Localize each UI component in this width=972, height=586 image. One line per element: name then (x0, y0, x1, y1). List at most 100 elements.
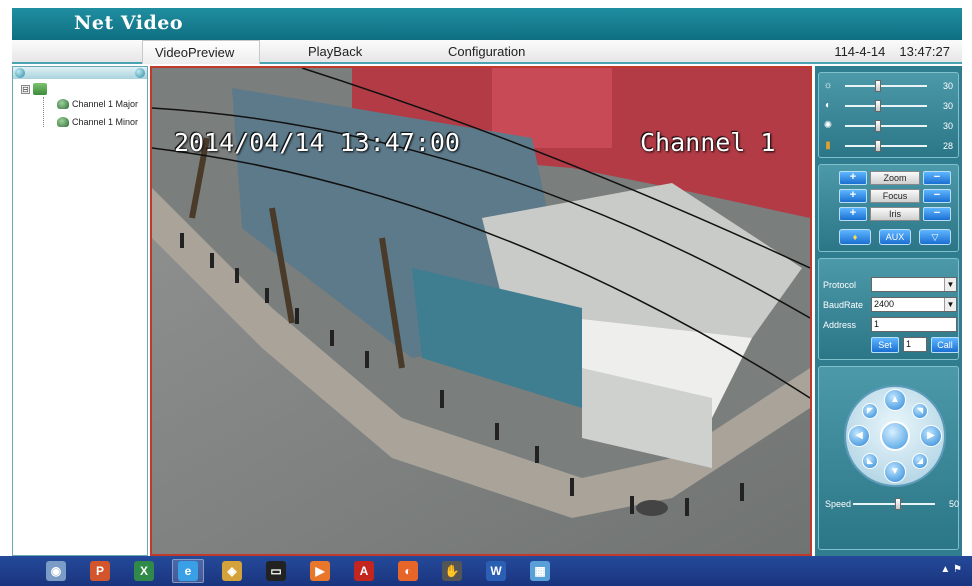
ptz-down-button[interactable]: ▼ (884, 461, 906, 483)
saturation-value: 30 (942, 121, 953, 131)
taskbar-item[interactable]: ✋ (436, 559, 468, 583)
excel-icon: X (134, 561, 154, 581)
scroll-right-knob[interactable] (135, 68, 145, 78)
ptz-section: ▲ ▼ ◀ ▶ ◤ ◥ ◣ ◢ Speed 50 (818, 366, 959, 550)
focus-far-button[interactable]: − (923, 189, 951, 203)
device-icon (33, 83, 47, 95)
hue-slider[interactable] (845, 140, 927, 152)
baudrate-value: 2400 (874, 299, 895, 309)
taskbar-item[interactable]: ▶ (304, 559, 336, 583)
taskbar-item[interactable]: P (84, 559, 116, 583)
zoom-row: + Zoom − (839, 171, 951, 185)
video-channel-label: Channel 1 (640, 128, 776, 157)
terminal-icon: ▭ (266, 561, 286, 581)
ptz-joystick: ▲ ▼ ◀ ▶ ◤ ◥ ◣ ◢ (846, 387, 944, 485)
contrast-slider[interactable] (845, 100, 927, 112)
preset-row: Set 1 Call (871, 336, 959, 353)
preset-number-input[interactable]: 1 (903, 337, 927, 352)
word-icon: W (486, 561, 506, 581)
light-bulb-icon: ♦ (852, 232, 858, 242)
control-panel-icon: ▦ (530, 561, 550, 581)
clock-time: 13:47:27 (899, 44, 950, 59)
speed-thumb[interactable] (894, 498, 901, 510)
wiper-button[interactable]: ▽ (919, 229, 951, 245)
call-preset-button[interactable]: Call (931, 336, 959, 353)
system-tray[interactable]: ▲ ⚑ (940, 564, 962, 575)
tree-connector (43, 97, 44, 127)
control-panel: ☼ 30 ◐ 30 ✺ 30 ▮ 28 + Zoom − + Focus − +… (815, 66, 962, 556)
network-icon: ◈ (222, 561, 242, 581)
hue-thumb[interactable] (875, 140, 881, 152)
zoom-out-button[interactable]: − (923, 171, 951, 185)
ptz-up-button[interactable]: ▲ (884, 389, 906, 411)
brightness-slider[interactable] (845, 80, 927, 92)
chevron-down-icon[interactable]: ▼ (944, 278, 956, 291)
zoom-in-button[interactable]: + (839, 171, 867, 185)
net-video-window: Net Video VideoPreview PlayBack Configur… (0, 0, 972, 586)
video-timestamp: 2014/04/14 13:47:00 (174, 128, 460, 157)
hue-row: ▮ 28 (823, 139, 957, 153)
chevron-down-icon[interactable]: ▼ (944, 298, 956, 311)
taskbar-item[interactable]: ▦ (524, 559, 556, 583)
contrast-thumb[interactable] (875, 100, 881, 112)
aux-row: ♦ AUX ▽ (839, 229, 951, 245)
channel-major-label: Channel 1 Major (72, 99, 139, 109)
speed-value: 50 (948, 499, 959, 509)
taskbar-item[interactable]: W (480, 559, 512, 583)
scroll-left-knob[interactable] (15, 68, 25, 78)
baudrate-select[interactable]: 2400 ▼ (871, 297, 957, 312)
tree-channel-minor[interactable]: Channel 1 Minor (57, 117, 138, 127)
saturation-thumb[interactable] (875, 120, 881, 132)
ptz-up-left-button[interactable]: ◤ (862, 403, 878, 419)
tab-configuration[interactable]: Configuration (448, 40, 525, 64)
tab-playback[interactable]: PlayBack (308, 40, 362, 64)
taskbar-item[interactable]: ◐ (392, 559, 424, 583)
video-preview[interactable]: 2014/04/14 13:47:00 Channel 1 (150, 66, 812, 556)
ptz-auto-button[interactable] (880, 421, 910, 451)
set-preset-button[interactable]: Set (871, 336, 899, 353)
firefox-icon: ◐ (398, 561, 418, 581)
snipping-icon: ✋ (442, 561, 462, 581)
brightness-thumb[interactable] (875, 80, 881, 92)
device-tree: ⊟ Channel 1 Major Channel 1 Minor (12, 66, 148, 556)
tree-collapse-toggle[interactable]: ⊟ (21, 84, 30, 94)
saturation-slider[interactable] (845, 120, 927, 132)
taskbar-item[interactable]: ◉ (40, 559, 72, 583)
internet-explorer-icon: e (178, 561, 198, 581)
iris-label: Iris (870, 207, 920, 221)
taskbar-item[interactable]: ▭ (260, 559, 292, 583)
wiper-icon: ▽ (931, 232, 939, 242)
taskbar-item[interactable]: A (348, 559, 380, 583)
contrast-icon: ◐ (824, 100, 832, 111)
tree-scroll-bar[interactable] (13, 67, 147, 79)
light-button[interactable]: ♦ (839, 229, 871, 245)
powerpoint-icon: P (90, 561, 110, 581)
saturation-row: ✺ 30 (823, 119, 957, 133)
address-input[interactable]: 1 (871, 317, 957, 332)
tree-root-node[interactable]: ⊟ (21, 83, 47, 95)
ptz-settings-section: Protocol ▼ BaudRate 2400 ▼ Address 1 Set … (818, 258, 959, 360)
iris-close-button[interactable]: − (923, 207, 951, 221)
ptz-up-right-button[interactable]: ◥ (912, 403, 928, 419)
saturation-icon: ✺ (823, 120, 833, 131)
ptz-left-button[interactable]: ◀ (848, 425, 870, 447)
taskbar-item[interactable]: ◈ (216, 559, 248, 583)
address-label: Address (823, 319, 857, 330)
iris-open-button[interactable]: + (839, 207, 867, 221)
taskbar-item[interactable]: e (172, 559, 204, 583)
ptz-down-right-button[interactable]: ◢ (912, 453, 928, 469)
clock: 114-4-14 13:47:27 (834, 40, 950, 64)
hue-value: 28 (942, 141, 953, 151)
ptz-right-button[interactable]: ▶ (920, 425, 942, 447)
taskbar-item[interactable]: X (128, 559, 160, 583)
speed-slider[interactable] (852, 498, 935, 510)
acrobat-icon: A (354, 561, 374, 581)
focus-near-button[interactable]: + (839, 189, 867, 203)
aux-button[interactable]: AUX (879, 229, 911, 245)
tree-channel-major[interactable]: Channel 1 Major (57, 99, 138, 109)
ptz-down-left-button[interactable]: ◣ (862, 453, 878, 469)
tab-video-preview[interactable]: VideoPreview (142, 40, 260, 64)
protocol-select[interactable]: ▼ (871, 277, 957, 292)
zoom-label: Zoom (870, 171, 920, 185)
contrast-row: ◐ 30 (823, 99, 957, 113)
